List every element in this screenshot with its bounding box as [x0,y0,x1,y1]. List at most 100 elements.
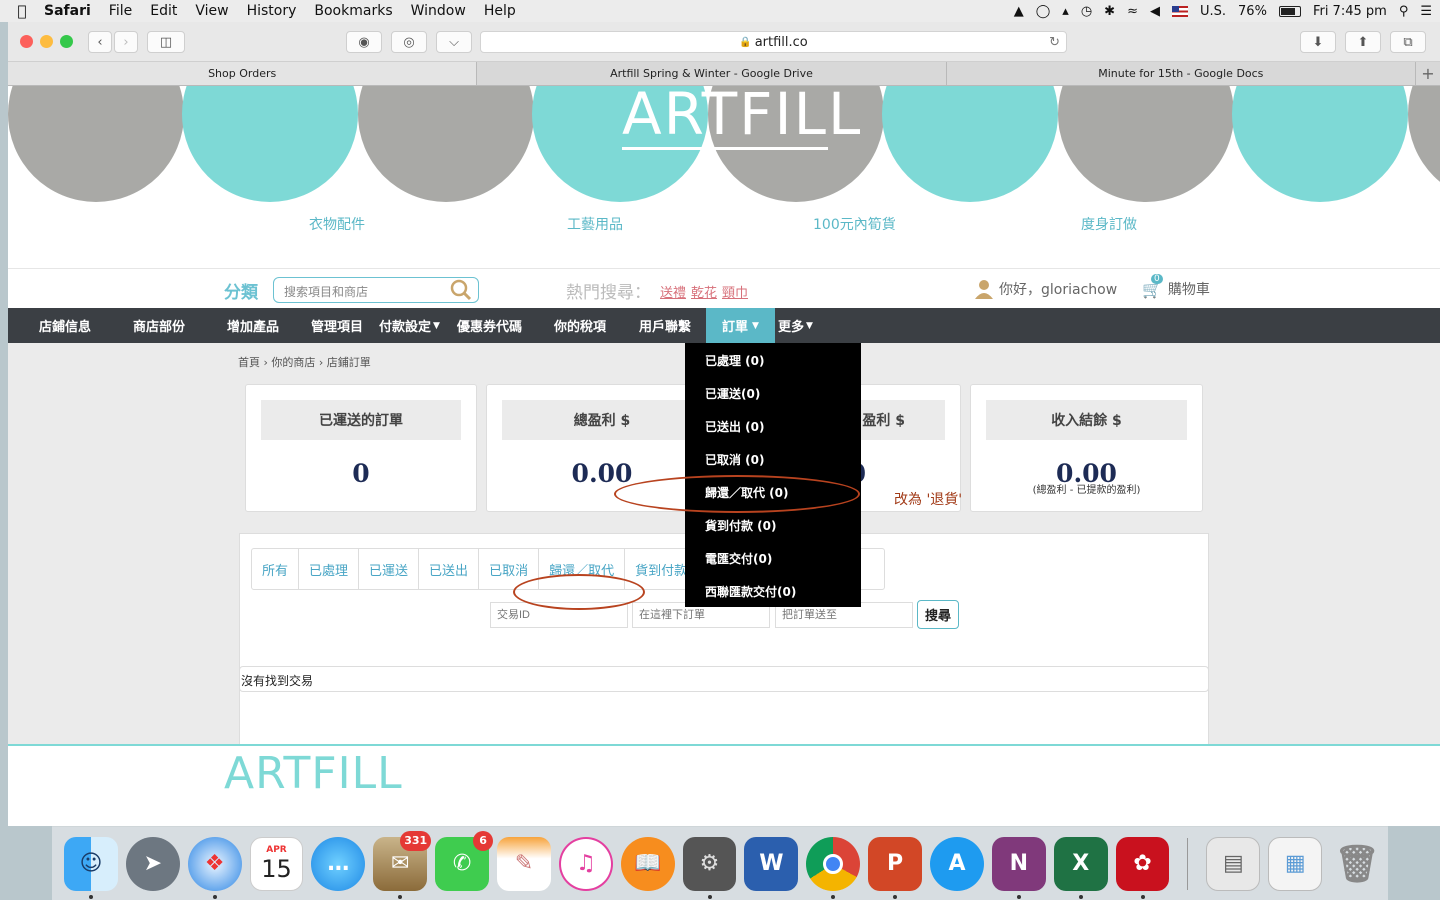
forward-button[interactable]: › [114,31,138,53]
grammarly-extension-icon[interactable]: ◎ [391,31,427,53]
new-tab-button[interactable]: + [1416,62,1440,85]
share-button[interactable]: ⬆ [1345,31,1381,53]
itunes-icon[interactable]: ♫ [558,836,613,891]
flag-icon[interactable] [1171,5,1188,17]
search-icon[interactable] [450,279,472,301]
pinterest-extension-icon[interactable]: ◉ [346,31,382,53]
chrome-icon[interactable] [806,836,861,899]
launchpad-icon[interactable]: ➤ [125,836,180,891]
documents-stack-icon[interactable]: ▤ [1206,836,1261,891]
apple-menu-icon[interactable]:  [0,2,44,20]
spotlight-icon[interactable]: ⚲ [1399,4,1409,19]
tab-google-drive[interactable]: Artfill Spring & Winter - Google Drive [477,62,947,85]
nav-taxes[interactable]: 你的稅項 [554,308,606,343]
category-clothing[interactable]: 衣物配件 [309,214,365,234]
clock[interactable]: Fri 7:45 pm [1313,4,1387,19]
reload-icon[interactable]: ↻ [1049,35,1060,50]
dropdown-item-cod[interactable]: 貨到付款 (0) [705,517,777,534]
category-custom[interactable]: 度身訂做 [1081,214,1137,234]
filter-all[interactable]: 所有 [252,549,300,589]
back-button[interactable]: ‹ [88,31,112,53]
downloads-stack-icon[interactable]: ▦ [1268,836,1323,891]
menu-view[interactable]: View [195,3,228,19]
dropdown-item-sent[interactable]: 已送出 (0) [705,418,765,435]
time-machine-icon[interactable]: ◷ [1081,4,1092,19]
site-search-input[interactable]: 搜索項目和商店 [273,277,479,303]
downloads-button[interactable]: ⬇ [1300,31,1336,53]
category-title[interactable]: 分類 [224,278,258,303]
mail-icon[interactable]: ✉ 331 [373,830,432,899]
user-greeting[interactable]: 你好，gloriachow [975,279,1117,299]
filter-sent[interactable]: 已送出 [419,549,480,589]
onenote-icon[interactable]: N [991,836,1046,899]
cart-link[interactable]: 🛒 0 購物車 [1142,273,1210,299]
safari-icon[interactable]: ❖ [187,836,242,899]
stat-card-note: (總盈利 - 已提款的盈利) [1032,485,1141,496]
pages-icon[interactable]: ✎ [497,836,551,891]
menu-file[interactable]: File [109,3,132,19]
tabs-overview-button[interactable]: ⧉ [1390,31,1426,53]
hot-link-gift[interactable]: 送禮 [660,282,686,301]
tab-google-docs[interactable]: Minute for 15th - Google Docs [947,62,1416,85]
battery-icon[interactable] [1278,5,1301,17]
site-logo[interactable]: ARTFILL [622,86,860,150]
nav-shop-sections[interactable]: 商店部份 [133,308,185,343]
nav-orders[interactable]: 訂單 ▼ [706,308,775,343]
calendar-icon[interactable]: APR 15 [249,836,304,891]
tab-shop-orders[interactable]: Shop Orders [8,62,478,85]
nav-payment-settings[interactable]: 付款設定 ▼ [379,308,440,343]
finder-icon[interactable]: ☺ [64,836,118,899]
trash-icon[interactable]: 🗑 [1330,837,1384,891]
notification-center-icon[interactable]: ☰ [1420,4,1432,19]
nav-add-product[interactable]: 增加產品 [227,308,279,343]
excel-icon[interactable]: X [1053,836,1108,899]
category-under-100[interactable]: 100元內筍貨 [813,214,896,234]
hot-link-scarf[interactable]: 頸巾 [722,282,748,301]
menu-window[interactable]: Window [411,3,466,19]
dropdown-item-cancelled[interactable]: 已取消 (0) [705,451,765,468]
battery-percent[interactable]: 76% [1238,4,1267,19]
menu-edit[interactable]: Edit [150,3,177,19]
adobe-tray-icon[interactable]: ▲ [1014,4,1024,19]
hot-link-dried-flower[interactable]: 乾花 [691,282,717,301]
ibooks-icon[interactable]: 📖 [620,836,675,891]
address-bar[interactable]: 🔒 artfill.co ↻ [480,31,1067,53]
menu-bookmarks[interactable]: Bookmarks [314,3,392,19]
minimize-window-button[interactable] [40,35,53,48]
menu-history[interactable]: History [247,3,297,19]
input-source[interactable]: U.S. [1200,4,1226,19]
dropdown-item-shipped[interactable]: 已運送(0) [705,385,760,402]
dropdown-item-western-union[interactable]: 西聯匯款交付(0) [705,583,796,600]
word-icon[interactable]: W [744,836,799,891]
pocket-extension-icon[interactable]: ⌵ [436,31,472,53]
sidebar-button[interactable]: ◫ [147,31,185,53]
category-crafts[interactable]: 工藝用品 [567,214,623,234]
acrobat-icon[interactable]: ✿ [1115,836,1170,899]
volume-icon[interactable]: ◀ [1150,4,1160,19]
nav-coupons[interactable]: 優惠券代碼 [457,308,522,343]
search-button[interactable]: 搜尋 [917,600,959,629]
zoom-window-button[interactable] [60,35,73,48]
sync-tray-icon[interactable]: ◯ [1036,4,1051,19]
filter-processed[interactable]: 已處理 [299,549,360,589]
nav-shop-info[interactable]: 店鋪信息 [39,308,91,343]
breadcrumb[interactable]: 首頁 › 你的商店 › 店鋪訂單 [238,354,371,370]
nav-more[interactable]: 更多 ▼ [778,308,813,343]
nav-manage-items[interactable]: 管理項目 [311,308,363,343]
nav-contacts[interactable]: 用戶聯繫 [639,308,691,343]
filter-shipped[interactable]: 已運送 [359,549,420,589]
bluetooth-icon[interactable]: ✱ [1104,4,1115,19]
menu-help[interactable]: Help [484,3,516,19]
drive-tray-icon[interactable]: ▴ [1062,4,1069,19]
dropdown-item-processed[interactable]: 已處理 (0) [705,352,765,369]
system-preferences-icon[interactable]: ⚙ [682,836,737,899]
app-menu[interactable]: Safari [44,3,91,19]
powerpoint-icon[interactable]: P [868,836,923,899]
dropdown-item-wire-transfer[interactable]: 電匯交付(0) [705,550,772,567]
close-window-button[interactable] [20,35,33,48]
facetime-icon[interactable]: ✆ 6 [435,830,494,891]
wifi-icon[interactable]: ≈ [1127,4,1138,19]
footer-logo[interactable]: ARTFILL [224,748,403,799]
app-store-icon[interactable]: A [930,836,984,891]
messages-icon[interactable]: … [311,836,366,891]
